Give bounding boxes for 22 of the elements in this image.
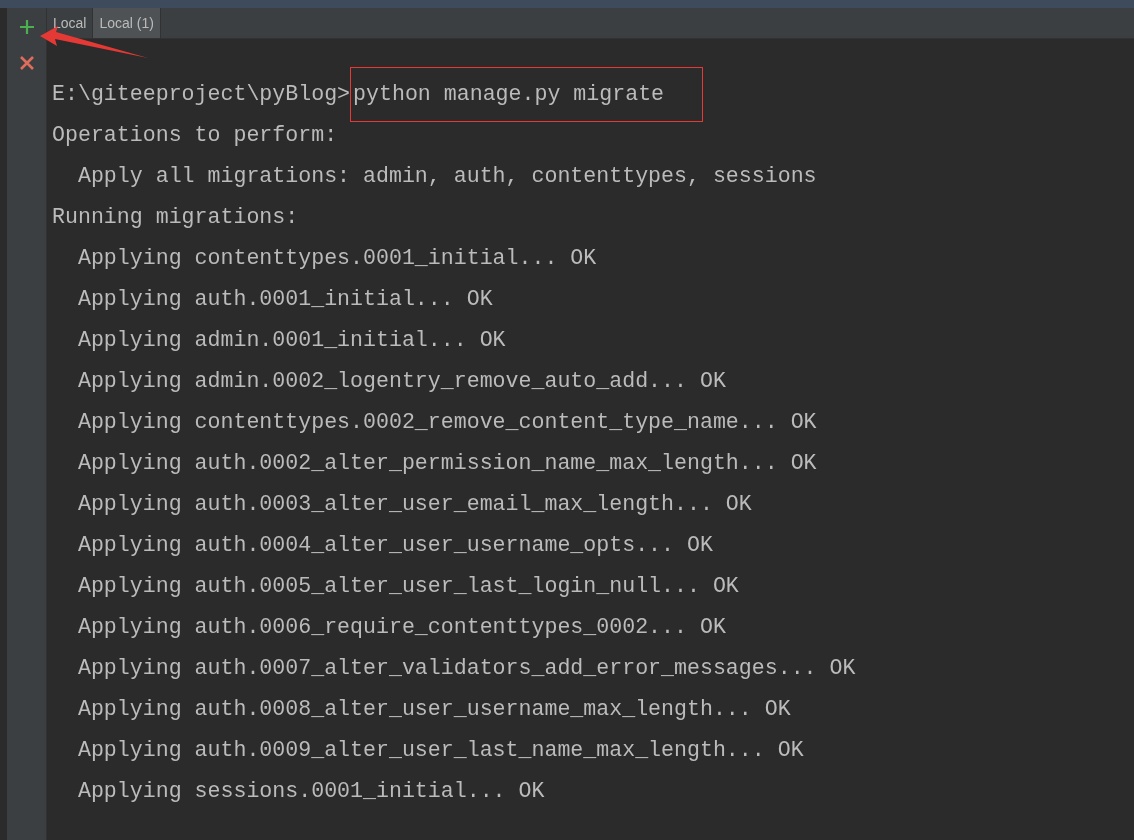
output-line: Applying contenttypes.0001_initial... OK [76,245,598,272]
output-line: Applying auth.0008_alter_user_username_max_length... OK [76,696,792,723]
output-line: Apply all migrations: admin, auth, contenttypes, sessions [76,163,818,190]
command-text: python manage.py migrate [350,67,704,122]
prompt-text: E:\giteeproject\pyBlog> [52,81,351,108]
output-line: Operations to perform: [52,122,339,149]
output-line: Applying auth.0007_alter_validators_add_error_messages... OK [76,655,857,682]
output-line: Applying admin.0002_logentry_remove_auto_add... OK [76,368,727,395]
output-line: Applying auth.0005_alter_user_last_login_null... OK [76,573,740,600]
output-line: Applying auth.0009_alter_user_last_name_max_length... OK [76,737,805,764]
plus-icon [18,19,35,35]
output-line: Applying auth.0006_require_contenttypes_0002... OK [76,614,727,641]
output-line: Applying auth.0001_initial... OK [76,286,494,313]
output-line: Applying auth.0002_alter_permission_name_max_length... OK [76,450,818,477]
output-line: Applying auth.0003_alter_user_email_max_length... OK [76,491,753,518]
output-line: Running migrations: [52,204,300,231]
output-line: Applying sessions.0001_initial... OK [76,778,546,805]
terminal-tab[interactable]: Local (1) [93,8,161,38]
output-line: Applying admin.0001_initial... OK [76,327,507,354]
close-icon [19,56,34,70]
output-line: Applying auth.0004_alter_user_username_opts... OK [76,532,714,559]
output-line: Applying contenttypes.0002_remove_content_type_name... OK [76,409,818,436]
